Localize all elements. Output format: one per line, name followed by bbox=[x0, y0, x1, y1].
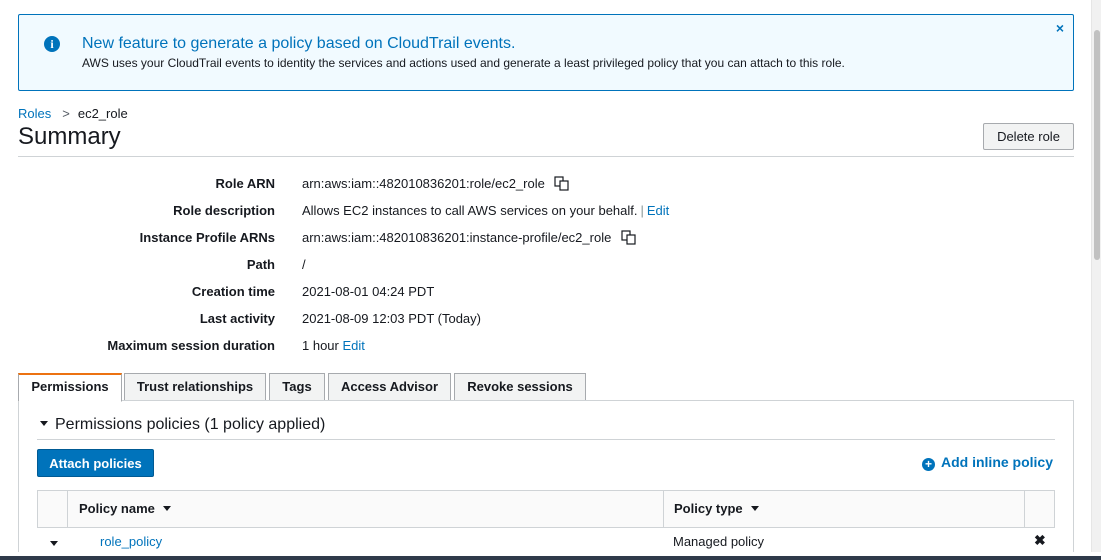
edit-description-link[interactable]: Edit bbox=[647, 203, 669, 218]
sort-caret-icon bbox=[750, 506, 759, 511]
column-policy-name-label: Policy name bbox=[79, 501, 155, 516]
role-arn-label: Role ARN bbox=[215, 176, 275, 191]
column-policy-type[interactable]: Policy type bbox=[674, 491, 759, 527]
summary-row-creation-time: Creation time 2021-08-01 04:24 PDT bbox=[0, 279, 900, 306]
expand-row-icon[interactable] bbox=[50, 541, 58, 546]
role-description-text: Allows EC2 instances to call AWS service… bbox=[302, 203, 638, 218]
role-summary: Role ARN arn:aws:iam::482010836201:role/… bbox=[0, 171, 900, 360]
edit-session-duration-link[interactable]: Edit bbox=[343, 338, 365, 353]
column-divider bbox=[67, 491, 68, 527]
tab-tags[interactable]: Tags bbox=[269, 373, 325, 401]
creation-time-label: Creation time bbox=[191, 284, 275, 299]
delete-role-button[interactable]: Delete role bbox=[983, 123, 1074, 150]
info-icon: i bbox=[44, 36, 60, 52]
max-session-text: 1 hour bbox=[302, 338, 339, 353]
creation-time-value: 2021-08-01 04:24 PDT bbox=[302, 284, 435, 299]
breadcrumb-roles-link[interactable]: Roles bbox=[18, 106, 51, 121]
sort-caret-icon bbox=[162, 506, 171, 511]
last-activity-value: 2021-08-09 12:03 PDT (Today) bbox=[302, 311, 481, 326]
summary-row-role-arn: Role ARN arn:aws:iam::482010836201:role/… bbox=[0, 171, 900, 198]
summary-row-role-description: Role description Allows EC2 instances to… bbox=[0, 198, 900, 225]
role-description-label: Role description bbox=[173, 203, 275, 218]
permissions-section-title: Permissions policies (1 policy applied) bbox=[55, 416, 326, 433]
copy-icon[interactable] bbox=[621, 230, 637, 245]
attach-policies-button[interactable]: Attach policies bbox=[37, 449, 154, 477]
permissions-section-toggle[interactable]: Permissions policies (1 policy applied) bbox=[40, 416, 325, 434]
summary-row-last-activity: Last activity 2021-08-09 12:03 PDT (Toda… bbox=[0, 306, 900, 333]
column-divider bbox=[663, 491, 664, 527]
add-inline-policy-button[interactable]: + Add inline policy bbox=[922, 454, 1053, 471]
caret-down-icon bbox=[40, 421, 48, 426]
scrollbar-thumb[interactable] bbox=[1094, 30, 1100, 260]
instance-profile-value: arn:aws:iam::482010836201:instance-profi… bbox=[302, 230, 637, 245]
path-value: / bbox=[302, 257, 306, 272]
table-row: role_policy Managed policy ✖ bbox=[37, 528, 1055, 556]
pipe-separator: | bbox=[640, 203, 644, 218]
max-session-label: Maximum session duration bbox=[107, 338, 275, 353]
banner-text: AWS uses your CloudTrail events to ident… bbox=[82, 56, 845, 70]
bottom-edge-bar bbox=[0, 556, 1101, 560]
column-policy-type-label: Policy type bbox=[674, 501, 743, 516]
tab-permissions[interactable]: Permissions bbox=[18, 373, 122, 402]
vertical-scrollbar[interactable] bbox=[1091, 0, 1101, 552]
role-arn-text: arn:aws:iam::482010836201:role/ec2_role bbox=[302, 176, 545, 191]
tab-trust-relationships[interactable]: Trust relationships bbox=[124, 373, 266, 401]
close-icon[interactable]: × bbox=[1053, 21, 1067, 35]
add-inline-policy-label: Add inline policy bbox=[941, 454, 1054, 470]
banner-title: New feature to generate a policy based o… bbox=[82, 35, 516, 52]
policy-name-link[interactable]: role_policy bbox=[100, 534, 162, 549]
policy-table-header: Policy name Policy type bbox=[37, 490, 1055, 528]
permissions-panel: Permissions policies (1 policy applied) … bbox=[18, 400, 1074, 552]
summary-row-path: Path / bbox=[0, 252, 900, 279]
page-title: Summary bbox=[18, 123, 121, 150]
column-divider bbox=[1024, 491, 1025, 527]
max-session-value: 1 hour Edit bbox=[302, 338, 365, 353]
last-activity-label: Last activity bbox=[199, 311, 275, 326]
column-policy-name[interactable]: Policy name bbox=[79, 491, 171, 527]
role-arn-value: arn:aws:iam::482010836201:role/ec2_role bbox=[302, 176, 570, 191]
instance-profile-text: arn:aws:iam::482010836201:instance-profi… bbox=[302, 230, 612, 245]
tab-revoke-sessions[interactable]: Revoke sessions bbox=[454, 373, 586, 401]
summary-row-instance-profile: Instance Profile ARNs arn:aws:iam::48201… bbox=[0, 225, 900, 252]
section-divider bbox=[37, 439, 1055, 440]
summary-row-max-session: Maximum session duration 1 hour Edit bbox=[0, 333, 900, 360]
role-description-value: Allows EC2 instances to call AWS service… bbox=[302, 203, 669, 218]
info-banner: i New feature to generate a policy based… bbox=[18, 14, 1074, 91]
breadcrumb: Roles > ec2_role bbox=[18, 106, 128, 121]
title-divider bbox=[18, 156, 1074, 157]
breadcrumb-separator: > bbox=[62, 106, 70, 121]
path-label: Path bbox=[246, 257, 275, 272]
policy-table: Policy name Policy type role_policy Mana… bbox=[37, 490, 1055, 556]
remove-policy-icon[interactable]: ✖ bbox=[1034, 532, 1046, 549]
tab-access-advisor[interactable]: Access Advisor bbox=[328, 373, 451, 401]
policy-type-value: Managed policy bbox=[673, 534, 765, 549]
instance-profile-label: Instance Profile ARNs bbox=[139, 230, 275, 245]
copy-icon[interactable] bbox=[554, 176, 570, 191]
plus-circle-icon: + bbox=[922, 458, 935, 471]
breadcrumb-current: ec2_role bbox=[77, 106, 128, 121]
